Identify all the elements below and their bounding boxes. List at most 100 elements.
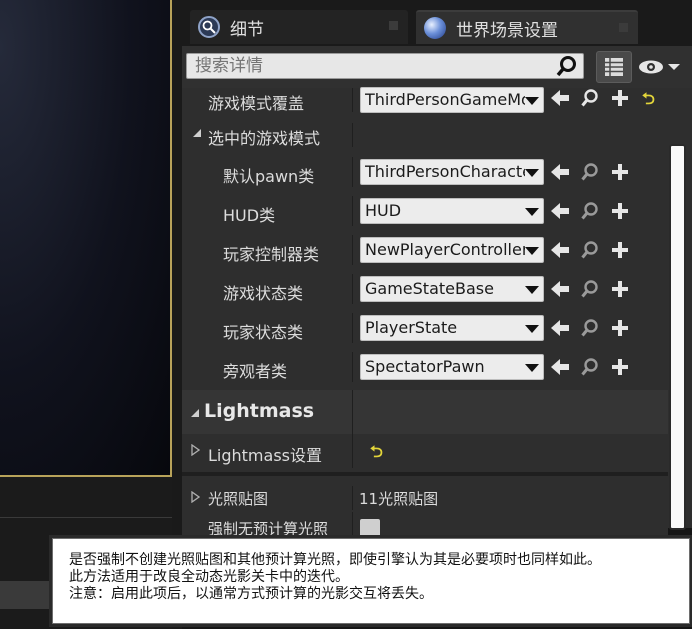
tooltip-line: 是否强制不创建光照贴图和其他预计算光照，即使引擎认为其是必要项时也同样如此。 (69, 552, 601, 568)
chevron-down-icon (525, 325, 539, 333)
search-bar (182, 46, 692, 88)
browse-icon[interactable] (580, 201, 600, 221)
expand-triangle-icon (191, 491, 200, 503)
use-selected-icon[interactable] (550, 318, 570, 338)
browse-icon[interactable] (580, 357, 600, 377)
property-label: 强制无预计算光照 (208, 520, 329, 538)
section-lightmass[interactable]: Lightmass (182, 390, 668, 434)
use-selected-icon[interactable] (550, 240, 570, 260)
combo-value: PlayerState (365, 318, 458, 337)
close-icon[interactable]: x (389, 21, 398, 30)
player-state-combo[interactable]: PlayerState (360, 315, 544, 341)
property-row-force-no-precomputed-lighting: 强制无预计算光照 (182, 512, 668, 538)
scrollbar-thumb[interactable] (669, 144, 686, 530)
chevron-down-icon (525, 286, 539, 294)
property-row-player-state: 玩家状态类 PlayerState (182, 313, 668, 343)
browse-icon[interactable] (580, 279, 600, 299)
add-icon[interactable] (610, 201, 630, 221)
tooltip-line: 注意：启用此项后，以通常方式预计算的光影交互将丢失。 (69, 586, 433, 602)
browse-icon[interactable] (580, 240, 600, 260)
tab-details-label: 细节 (230, 19, 264, 40)
reset-to-default-icon[interactable]: ⮌ (370, 441, 383, 468)
property-label: 游戏状态类 (223, 284, 304, 303)
globe-icon (424, 17, 446, 39)
property-row-hud: HUD类 HUD (182, 196, 668, 226)
column-divider (352, 434, 353, 468)
default-pawn-combo[interactable]: ThirdPersonCharacter (360, 159, 544, 185)
column-divider (352, 352, 353, 382)
property-label: Lightmass设置 (208, 446, 322, 465)
reset-to-default-icon[interactable]: ⮌ (642, 88, 655, 115)
browse-icon[interactable] (580, 88, 600, 108)
category-label: 选中的游戏模式 (208, 129, 321, 148)
add-icon[interactable] (610, 279, 630, 299)
category-selected-game-mode[interactable]: 选中的游戏模式 (182, 123, 668, 148)
game-mode-combo[interactable]: ThirdPersonGameMode (360, 87, 544, 113)
add-icon[interactable] (610, 318, 630, 338)
add-icon[interactable] (610, 357, 630, 377)
property-row-spectator: 旁观者类 SpectatorPawn (182, 352, 668, 382)
use-selected-icon[interactable] (550, 88, 570, 108)
property-label: 玩家控制器类 (223, 245, 320, 264)
hud-combo[interactable]: HUD (360, 198, 544, 224)
tab-world-settings-label: 世界场景设置 (456, 20, 558, 41)
property-row-game-mode-override: 游戏模式覆盖 ThirdPersonGameMode ⮌ (182, 87, 668, 115)
panel-splitter[interactable] (172, 0, 182, 629)
chevron-down-icon (525, 208, 539, 216)
spectator-combo[interactable]: SpectatorPawn (360, 354, 544, 380)
close-icon[interactable]: x (619, 23, 628, 32)
chevron-down-icon (525, 364, 539, 372)
tooltip-line: 此方法适用于改良全动态光影关卡中的迭代。 (69, 569, 349, 585)
details-panel: 游戏模式覆盖 ThirdPersonGameMode ⮌ 选中的游戏模式 默认p… (182, 87, 668, 518)
tooltip: 是否强制不创建光照贴图和其他预计算光照，即使引擎认为其是必要项时也同样如此。 此… (52, 538, 690, 624)
use-selected-icon[interactable] (550, 201, 570, 221)
property-label: 光照贴图 (208, 490, 269, 508)
chevron-down-icon (525, 169, 539, 177)
column-divider (352, 486, 353, 510)
property-row-game-state: 游戏状态类 GameStateBase (182, 274, 668, 304)
level-viewport[interactable] (0, 0, 172, 477)
property-value: 11光照贴图 (359, 490, 439, 508)
chevron-down-icon (668, 64, 680, 70)
collapse-triangle-icon (193, 129, 201, 137)
chevron-down-icon (525, 247, 539, 255)
combo-value: ThirdPersonGameMode (365, 90, 525, 109)
property-row-lightmass-settings[interactable]: Lightmass设置 ⮌ (182, 434, 668, 468)
property-label: 默认pawn类 (223, 167, 315, 186)
add-icon[interactable] (610, 240, 630, 260)
visibility-filter-button[interactable] (638, 56, 688, 78)
column-divider (352, 274, 353, 304)
tab-details[interactable]: 细节 x (190, 10, 408, 44)
property-label: 旁观者类 (223, 362, 288, 381)
combo-value: HUD (365, 201, 402, 220)
column-divider (352, 88, 353, 112)
force-no-precomputed-checkbox[interactable] (360, 519, 380, 537)
game-state-combo[interactable]: GameStateBase (360, 276, 544, 302)
divider (0, 517, 180, 518)
tab-world-settings[interactable]: 世界场景设置 x (416, 10, 638, 44)
use-selected-icon[interactable] (550, 279, 570, 299)
eye-icon (639, 60, 663, 74)
add-icon[interactable] (610, 88, 630, 108)
combo-value: GameStateBase (365, 279, 494, 298)
use-selected-icon[interactable] (550, 162, 570, 182)
property-row-default-pawn: 默认pawn类 ThirdPersonCharacter (182, 157, 668, 187)
use-selected-icon[interactable] (550, 357, 570, 377)
tab-bar: 细节 x 世界场景设置 x (182, 0, 692, 46)
grid-icon (605, 58, 623, 76)
expand-triangle-icon (191, 444, 200, 456)
search-icon[interactable] (556, 55, 578, 77)
view-options-button[interactable] (596, 51, 632, 83)
player-controller-combo[interactable]: NewPlayerController (360, 237, 544, 263)
property-label: 玩家状态类 (223, 323, 304, 342)
browse-icon[interactable] (580, 318, 600, 338)
column-divider (352, 390, 353, 434)
column-divider (352, 235, 353, 265)
search-input[interactable] (186, 53, 584, 79)
column-divider (352, 157, 353, 187)
add-icon[interactable] (610, 162, 630, 182)
property-label: 游戏模式覆盖 (208, 94, 305, 113)
property-row-lightmaps[interactable]: 光照贴图 11光照贴图 (182, 486, 668, 510)
browse-icon[interactable] (580, 162, 600, 182)
section-title: Lightmass (204, 400, 315, 422)
